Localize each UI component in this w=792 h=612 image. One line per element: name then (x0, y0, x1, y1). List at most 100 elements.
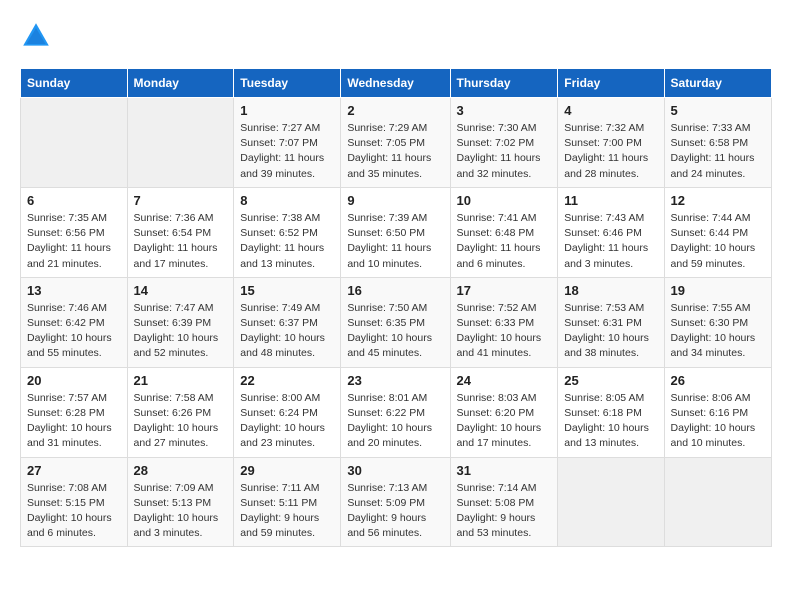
calendar-cell: 1 Sunrise: 7:27 AM Sunset: 7:07 PM Daylig… (234, 98, 341, 188)
day-number: 2 (347, 103, 443, 118)
calendar-cell: 22 Sunrise: 8:00 AM Sunset: 6:24 PM Dayli… (234, 367, 341, 457)
calendar-cell: 7 Sunrise: 7:36 AM Sunset: 6:54 PM Daylig… (127, 187, 234, 277)
day-number: 29 (240, 463, 334, 478)
day-info: Sunrise: 8:05 AM Sunset: 6:18 PM Dayligh… (564, 391, 657, 452)
day-number: 22 (240, 373, 334, 388)
day-number: 5 (671, 103, 765, 118)
day-info: Sunrise: 8:00 AM Sunset: 6:24 PM Dayligh… (240, 391, 334, 452)
day-header-monday: Monday (127, 69, 234, 98)
day-info: Sunrise: 8:06 AM Sunset: 6:16 PM Dayligh… (671, 391, 765, 452)
day-header-thursday: Thursday (450, 69, 558, 98)
day-number: 13 (27, 283, 121, 298)
day-number: 6 (27, 193, 121, 208)
day-number: 18 (564, 283, 657, 298)
day-number: 14 (134, 283, 228, 298)
day-info: Sunrise: 7:52 AM Sunset: 6:33 PM Dayligh… (457, 301, 552, 362)
calendar-cell: 17Sunrise: 7:52 AM Sunset: 6:33 PM Dayli… (450, 277, 558, 367)
week-row-2: 6 Sunrise: 7:35 AM Sunset: 6:56 PM Daylig… (21, 187, 772, 277)
day-info: Sunrise: 7:36 AM Sunset: 6:54 PM Dayligh… (134, 211, 228, 272)
week-row-3: 13 Sunrise: 7:46 AM Sunset: 6:42 PM Dayli… (21, 277, 772, 367)
day-number: 4 (564, 103, 657, 118)
day-info: Sunrise: 7:46 AM Sunset: 6:42 PM Dayligh… (27, 301, 121, 362)
day-number: 1 (240, 103, 334, 118)
day-headers-row: SundayMondayTuesdayWednesdayThursdayFrid… (21, 69, 772, 98)
day-info: Sunrise: 7:41 AM Sunset: 6:48 PM Dayligh… (457, 211, 552, 272)
day-info: Sunrise: 7:39 AM Sunset: 6:50 PM Dayligh… (347, 211, 443, 272)
day-info: Sunrise: 7:32 AM Sunset: 7:00 PM Dayligh… (564, 121, 657, 182)
week-row-5: 27 Sunrise: 7:08 AM Sunset: 5:15 PM Dayli… (21, 457, 772, 547)
day-header-friday: Friday (558, 69, 664, 98)
day-info: Sunrise: 8:01 AM Sunset: 6:22 PM Dayligh… (347, 391, 443, 452)
day-number: 7 (134, 193, 228, 208)
day-number: 19 (671, 283, 765, 298)
day-number: 24 (457, 373, 552, 388)
day-info: Sunrise: 7:33 AM Sunset: 6:58 PM Dayligh… (671, 121, 765, 182)
calendar-cell: 23Sunrise: 8:01 AM Sunset: 6:22 PM Dayli… (341, 367, 450, 457)
day-info: Sunrise: 7:13 AM Sunset: 5:09 PM Dayligh… (347, 481, 443, 542)
day-info: Sunrise: 7:55 AM Sunset: 6:30 PM Dayligh… (671, 301, 765, 362)
day-number: 27 (27, 463, 121, 478)
day-info: Sunrise: 7:09 AM Sunset: 5:13 PM Dayligh… (134, 481, 228, 542)
calendar-cell: 24 Sunrise: 8:03 AM Sunset: 6:20 PM Dayli… (450, 367, 558, 457)
calendar-cell: 31 Sunrise: 7:14 AM Sunset: 5:08 PM Dayli… (450, 457, 558, 547)
day-info: Sunrise: 7:44 AM Sunset: 6:44 PM Dayligh… (671, 211, 765, 272)
day-number: 12 (671, 193, 765, 208)
day-info: Sunrise: 7:58 AM Sunset: 6:26 PM Dayligh… (134, 391, 228, 452)
calendar-cell: 5 Sunrise: 7:33 AM Sunset: 6:58 PM Daylig… (664, 98, 771, 188)
calendar-cell: 18 Sunrise: 7:53 AM Sunset: 6:31 PM Dayli… (558, 277, 664, 367)
day-header-saturday: Saturday (664, 69, 771, 98)
day-header-tuesday: Tuesday (234, 69, 341, 98)
calendar-cell: 12 Sunrise: 7:44 AM Sunset: 6:44 PM Dayli… (664, 187, 771, 277)
day-info: Sunrise: 7:08 AM Sunset: 5:15 PM Dayligh… (27, 481, 121, 542)
day-number: 3 (457, 103, 552, 118)
day-info: Sunrise: 7:27 AM Sunset: 7:07 PM Dayligh… (240, 121, 334, 182)
day-info: Sunrise: 7:38 AM Sunset: 6:52 PM Dayligh… (240, 211, 334, 272)
page-header (20, 20, 772, 52)
calendar-cell: 15 Sunrise: 7:49 AM Sunset: 6:37 PM Dayli… (234, 277, 341, 367)
calendar-cell: 4 Sunrise: 7:32 AM Sunset: 7:00 PM Daylig… (558, 98, 664, 188)
calendar-cell: 9 Sunrise: 7:39 AM Sunset: 6:50 PM Daylig… (341, 187, 450, 277)
calendar-cell: 14 Sunrise: 7:47 AM Sunset: 6:39 PM Dayli… (127, 277, 234, 367)
calendar-cell: 29 Sunrise: 7:11 AM Sunset: 5:11 PM Dayli… (234, 457, 341, 547)
day-info: Sunrise: 7:11 AM Sunset: 5:11 PM Dayligh… (240, 481, 334, 542)
day-header-sunday: Sunday (21, 69, 128, 98)
day-number: 8 (240, 193, 334, 208)
calendar-cell: 11Sunrise: 7:43 AM Sunset: 6:46 PM Dayli… (558, 187, 664, 277)
day-info: Sunrise: 7:30 AM Sunset: 7:02 PM Dayligh… (457, 121, 552, 182)
day-number: 26 (671, 373, 765, 388)
day-number: 16 (347, 283, 443, 298)
logo (20, 20, 56, 52)
calendar-cell: 2 Sunrise: 7:29 AM Sunset: 7:05 PM Daylig… (341, 98, 450, 188)
calendar-cell: 19 Sunrise: 7:55 AM Sunset: 6:30 PM Dayli… (664, 277, 771, 367)
calendar-cell (21, 98, 128, 188)
day-number: 9 (347, 193, 443, 208)
day-info: Sunrise: 7:29 AM Sunset: 7:05 PM Dayligh… (347, 121, 443, 182)
day-number: 31 (457, 463, 552, 478)
day-header-wednesday: Wednesday (341, 69, 450, 98)
calendar-cell (664, 457, 771, 547)
calendar-cell (127, 98, 234, 188)
day-info: Sunrise: 7:14 AM Sunset: 5:08 PM Dayligh… (457, 481, 552, 542)
calendar-cell (558, 457, 664, 547)
logo-icon (20, 20, 52, 52)
day-number: 28 (134, 463, 228, 478)
calendar-cell: 13 Sunrise: 7:46 AM Sunset: 6:42 PM Dayli… (21, 277, 128, 367)
calendar-cell: 10Sunrise: 7:41 AM Sunset: 6:48 PM Dayli… (450, 187, 558, 277)
day-number: 25 (564, 373, 657, 388)
day-number: 21 (134, 373, 228, 388)
day-info: Sunrise: 7:53 AM Sunset: 6:31 PM Dayligh… (564, 301, 657, 362)
day-info: Sunrise: 8:03 AM Sunset: 6:20 PM Dayligh… (457, 391, 552, 452)
day-number: 15 (240, 283, 334, 298)
day-info: Sunrise: 7:47 AM Sunset: 6:39 PM Dayligh… (134, 301, 228, 362)
calendar-cell: 25 Sunrise: 8:05 AM Sunset: 6:18 PM Dayli… (558, 367, 664, 457)
calendar-cell: 30Sunrise: 7:13 AM Sunset: 5:09 PM Dayli… (341, 457, 450, 547)
day-info: Sunrise: 7:35 AM Sunset: 6:56 PM Dayligh… (27, 211, 121, 272)
week-row-1: 1 Sunrise: 7:27 AM Sunset: 7:07 PM Daylig… (21, 98, 772, 188)
calendar-cell: 3 Sunrise: 7:30 AM Sunset: 7:02 PM Daylig… (450, 98, 558, 188)
day-info: Sunrise: 7:49 AM Sunset: 6:37 PM Dayligh… (240, 301, 334, 362)
calendar-cell: 26 Sunrise: 8:06 AM Sunset: 6:16 PM Dayli… (664, 367, 771, 457)
day-number: 11 (564, 193, 657, 208)
calendar-cell: 28 Sunrise: 7:09 AM Sunset: 5:13 PM Dayli… (127, 457, 234, 547)
day-info: Sunrise: 7:57 AM Sunset: 6:28 PM Dayligh… (27, 391, 121, 452)
calendar-cell: 8 Sunrise: 7:38 AM Sunset: 6:52 PM Daylig… (234, 187, 341, 277)
